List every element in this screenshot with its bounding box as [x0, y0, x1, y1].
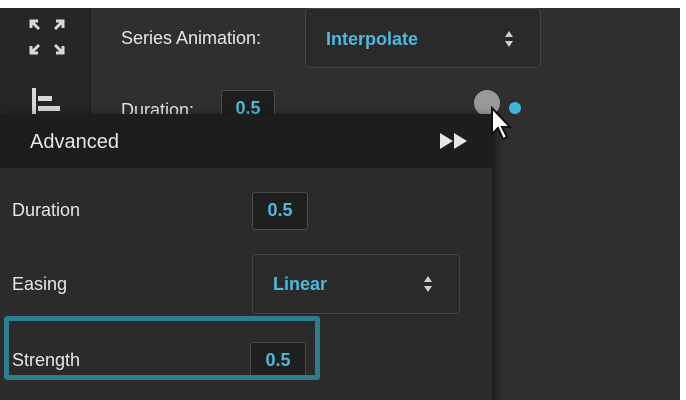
advanced-duration-label: Duration — [12, 200, 81, 220]
series-animation-select[interactable]: Interpolate — [305, 8, 541, 68]
advanced-duration-field[interactable]: 0.5 — [252, 192, 308, 230]
app-window: Series Animation: Interpolate Duration: … — [0, 8, 680, 400]
easing-label: Easing — [12, 274, 68, 294]
up-down-arrows-icon — [424, 276, 432, 292]
series-animation-value: Interpolate — [326, 29, 419, 49]
up-down-arrows-icon — [505, 31, 513, 47]
easing-select[interactable]: Linear — [252, 254, 460, 314]
pointer-cursor-icon — [491, 106, 513, 141]
advanced-header: Advanced — [0, 114, 492, 168]
fast-forward-icon[interactable] — [438, 131, 470, 151]
easing-value: Linear — [273, 274, 328, 294]
advanced-title: Advanced — [30, 131, 119, 153]
series-animation-label: Series Animation: — [121, 28, 262, 48]
expand-arrows-icon[interactable] — [28, 18, 66, 56]
strength-highlight — [4, 316, 320, 380]
